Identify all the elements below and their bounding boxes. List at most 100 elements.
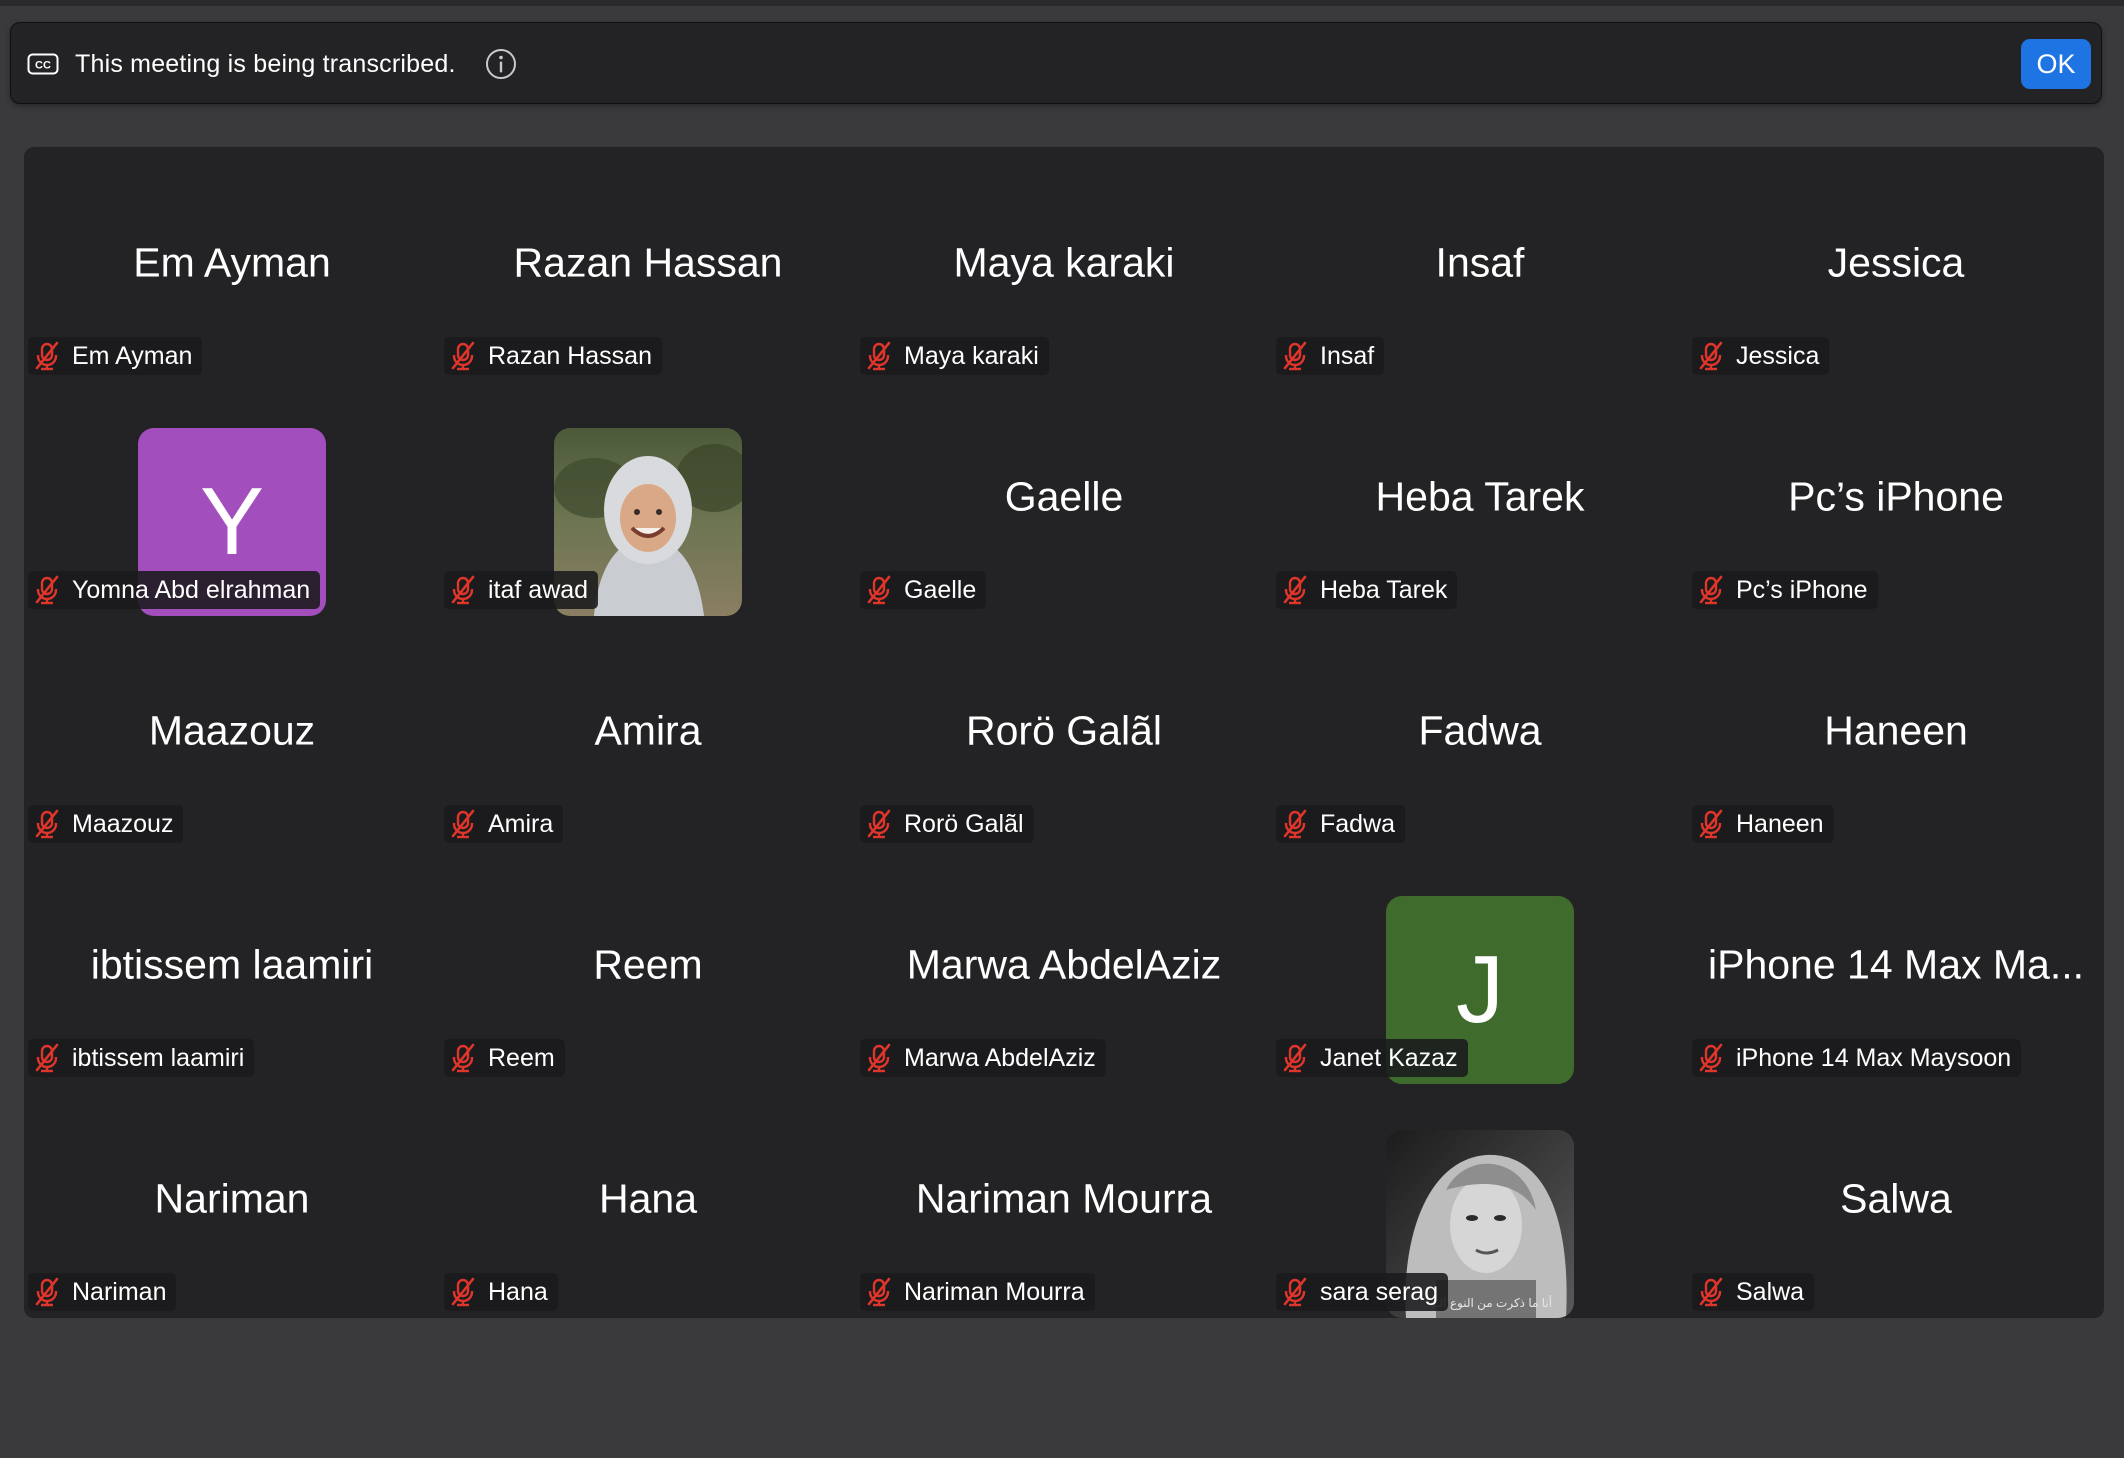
participant-tile[interactable]: iPhone 14 Max Ma... iPhone 14 Max Maysoon <box>1688 849 2104 1083</box>
participant-name-text: Haneen <box>1736 809 1824 838</box>
participant-display-name: iPhone 14 Max Ma... <box>1707 941 2085 988</box>
participant-display-name: Nariman Mourra <box>915 1175 1213 1222</box>
participant-name-label: Razan Hassan <box>444 337 662 375</box>
muted-microphone-icon <box>35 809 59 839</box>
participant-tile[interactable]: Insaf Insaf <box>1272 147 1688 381</box>
participant-name-label: sara serag <box>1276 1273 1449 1311</box>
participant-name-text: Rorö Galãl <box>904 809 1024 838</box>
muted-microphone-icon <box>35 1277 59 1307</box>
participant-name-label: Gaelle <box>860 571 987 609</box>
participant-name-text: Yomna Abd elrahman <box>72 575 311 604</box>
participant-display-name: Insaf <box>1435 239 1525 286</box>
participant-tile[interactable]: Salwa Salwa <box>1688 1083 2104 1317</box>
participant-tile[interactable]: J Janet Kazaz <box>1272 849 1688 1084</box>
participant-name-text: Marwa AbdelAziz <box>904 1043 1096 1072</box>
participant-name-text: Maya karaki <box>904 341 1039 370</box>
participant-name-text: Em Ayman <box>72 341 193 370</box>
participant-name-text: iPhone 14 Max Maysoon <box>1736 1043 2012 1072</box>
photo-caption-text: أنا ما ذكرت من النوع الـ <box>1436 1296 1553 1310</box>
window-top-edge <box>0 0 2124 6</box>
participant-display-name: ibtissem laamiri <box>90 941 374 988</box>
muted-microphone-icon <box>1283 575 1307 605</box>
participant-tile[interactable]: Maazouz Maazouz <box>24 615 440 849</box>
transcription-banner: CC This meeting is being transcribed. OK <box>10 22 2102 104</box>
muted-microphone-icon <box>1699 341 1723 371</box>
participant-name-label: Rorö Galãl <box>860 805 1034 843</box>
participant-tile[interactable]: Heba Tarek Heba Tarek <box>1272 381 1688 615</box>
participant-tile[interactable]: Haneen Haneen <box>1688 615 2104 849</box>
participant-display-name: Hana <box>598 1175 697 1222</box>
participant-tile[interactable]: Nariman Nariman <box>24 1083 440 1317</box>
participant-name-text: Insaf <box>1320 341 1375 370</box>
muted-microphone-icon <box>867 575 891 605</box>
participant-name-label: Salwa <box>1692 1273 1815 1311</box>
participant-name-label: Janet Kazaz <box>1276 1039 1468 1077</box>
participant-name-text: Hana <box>488 1277 548 1306</box>
participant-name-text: Heba Tarek <box>1320 575 1448 604</box>
participant-name-label: iPhone 14 Max Maysoon <box>1692 1039 2022 1077</box>
participant-name-label: Reem <box>444 1039 565 1077</box>
participant-display-name: Reem <box>593 941 703 988</box>
participant-display-name: Heba Tarek <box>1375 473 1585 520</box>
muted-microphone-icon <box>35 341 59 371</box>
participant-name-label: itaf awad <box>444 571 599 609</box>
participant-tile[interactable]: ibtissem laamiri ibtissem laamiri <box>24 849 440 1083</box>
muted-microphone-icon <box>867 809 891 839</box>
participant-tile[interactable]: Hana Hana <box>440 1083 856 1317</box>
muted-microphone-icon <box>451 809 475 839</box>
participant-name-text: Reem <box>488 1043 555 1072</box>
participant-tile[interactable]: Fadwa Fadwa <box>1272 615 1688 849</box>
participant-tile[interactable]: Gaelle Gaelle <box>856 381 1272 615</box>
participant-name-label: Yomna Abd elrahman <box>28 571 321 609</box>
closed-caption-icon-text: CC <box>35 60 51 72</box>
participant-tile[interactable]: Maya karaki Maya karaki <box>856 147 1272 381</box>
participant-name-label: Heba Tarek <box>1276 571 1458 609</box>
participant-tile[interactable]: Amira Amira <box>440 615 856 849</box>
participant-name-text: Gaelle <box>904 575 977 604</box>
muted-microphone-icon <box>1699 1277 1723 1307</box>
participant-name-text: sara serag <box>1320 1277 1439 1306</box>
participant-display-name: Rorö Galãl <box>966 707 1162 754</box>
participant-name-label: Amira <box>444 805 564 843</box>
participant-display-name: Amira <box>594 707 702 754</box>
participant-name-label: Em Ayman <box>28 337 203 375</box>
muted-microphone-icon <box>451 1043 475 1073</box>
participant-name-label: Haneen <box>1692 805 1834 843</box>
participant-tile[interactable]: Pc’s iPhone Pc’s iPhone <box>1688 381 2104 615</box>
transcription-notice-text: This meeting is being transcribed. <box>75 50 456 78</box>
muted-microphone-icon <box>35 575 59 605</box>
participant-tile[interactable]: Reem Reem <box>440 849 856 1083</box>
muted-microphone-icon <box>1283 341 1307 371</box>
participant-display-name: Gaelle <box>1004 473 1124 520</box>
participant-tile[interactable]: Y Yomna Abd elrahman <box>24 381 440 616</box>
participant-tile[interactable]: itaf awad <box>440 381 856 616</box>
participant-display-name: Salwa <box>1840 1175 1952 1222</box>
participant-tile[interactable]: Marwa AbdelAziz Marwa AbdelAziz <box>856 849 1272 1083</box>
participant-display-name: Haneen <box>1824 707 1968 754</box>
participant-name-label: Fadwa <box>1276 805 1406 843</box>
participant-tile[interactable]: Razan Hassan Razan Hassan <box>440 147 856 381</box>
participant-name-label: Jessica <box>1692 337 1830 375</box>
participant-name-label: Maazouz <box>28 805 184 843</box>
closed-caption-icon: CC <box>27 53 59 75</box>
participant-name-text: Amira <box>488 809 554 838</box>
participant-display-name: Maazouz <box>148 707 316 754</box>
participant-tile[interactable]: أنا ما ذكرت من النوع الـ sara serag <box>1272 1083 1688 1318</box>
muted-microphone-icon <box>451 1277 475 1307</box>
muted-microphone-icon <box>451 341 475 371</box>
participant-tile[interactable]: Rorö Galãl Rorö Galãl <box>856 615 1272 849</box>
muted-microphone-icon <box>867 341 891 371</box>
participant-display-name: Maya karaki <box>953 239 1175 286</box>
participant-tile[interactable]: Em Ayman Em Ayman <box>24 147 440 381</box>
participant-name-text: Fadwa <box>1320 809 1396 838</box>
participant-tile[interactable]: Jessica Jessica <box>1688 147 2104 381</box>
participant-name-text: Razan Hassan <box>488 341 652 370</box>
info-icon[interactable] <box>485 48 517 80</box>
participant-display-name: Fadwa <box>1418 707 1542 754</box>
ok-button[interactable]: OK <box>2021 39 2091 89</box>
muted-microphone-icon <box>867 1277 891 1307</box>
participant-name-text: Nariman <box>72 1277 167 1306</box>
participant-tile[interactable]: Nariman Mourra Nariman Mourra <box>856 1083 1272 1317</box>
participant-display-name: Em Ayman <box>133 239 331 286</box>
participant-name-label: ibtissem laamiri <box>28 1039 255 1077</box>
